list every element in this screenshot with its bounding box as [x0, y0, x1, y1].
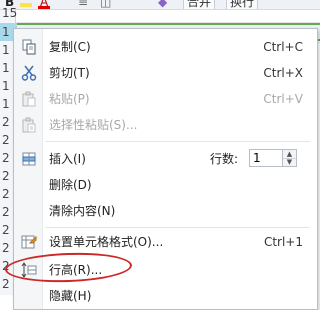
menu-item-label: 清除内容(N): [49, 204, 116, 218]
menu-item-copy[interactable]: 复制(C) Ctrl+C: [14, 34, 317, 60]
rows-count-stepper[interactable]: ▲ ▼: [283, 149, 297, 167]
menu-item-shortcut: Ctrl+X: [263, 66, 303, 80]
menu-item-label: 插入(I): [49, 152, 86, 166]
menu-item-label: 选择性粘贴(S)...: [49, 118, 138, 132]
menu-item-label: 复制(C): [49, 40, 91, 54]
menu-item-label: 剪切(T): [49, 66, 90, 80]
rows-count-label: 行数:: [210, 152, 239, 166]
menu-item-label: 设置单元格格式(O)...: [49, 235, 164, 249]
toolbar: B A ≡ ◫ ◆ 合并 换行: [0, 0, 320, 10]
menu-item-hide[interactable]: 隐藏(H): [14, 283, 317, 309]
menu-item-clear-contents[interactable]: 清除内容(N): [14, 198, 317, 224]
border-icon[interactable]: ◫: [100, 0, 111, 9]
insert-row-icon: [21, 151, 37, 167]
font-color-swatch: [38, 6, 50, 9]
merge-button[interactable]: 合并: [183, 0, 216, 9]
grid-line: [16, 22, 320, 23]
menu-item-label: 删除(D): [49, 178, 92, 192]
stepper-down-icon[interactable]: ▼: [283, 158, 296, 166]
format-cells-icon: [21, 234, 37, 250]
wrap-text-button[interactable]: 换行: [226, 0, 259, 9]
fill-color-icon[interactable]: ◆: [158, 0, 167, 9]
menu-separator: [45, 227, 310, 228]
menu-item-label: 隐藏(H): [49, 289, 92, 303]
highlight-icon[interactable]: [20, 3, 32, 7]
menu-item-shortcut: Ctrl+1: [263, 235, 303, 249]
menu-item-insert[interactable]: 插入(I) 行数: ▲ ▼: [14, 146, 317, 172]
paste-icon: [21, 91, 37, 107]
align-icon[interactable]: ≡: [78, 0, 88, 9]
copy-icon: [21, 39, 37, 55]
rows-count-input[interactable]: [249, 149, 283, 167]
menu-item-label: 粘贴(P): [49, 92, 90, 106]
menu-item-shortcut: Ctrl+C: [263, 40, 303, 54]
paste-special-icon: [21, 117, 37, 133]
menu-item-format-cells[interactable]: 设置单元格格式(O)... Ctrl+1: [14, 229, 317, 255]
menu-item-paste[interactable]: 粘贴(P) Ctrl+V: [14, 86, 317, 112]
menu-item-shortcut: Ctrl+V: [263, 92, 303, 106]
menu-item-cut[interactable]: 剪切(T) Ctrl+X: [14, 60, 317, 86]
scissors-icon: [21, 65, 37, 81]
menu-item-paste-special[interactable]: 选择性粘贴(S)...: [14, 112, 317, 138]
row-number[interactable]: 15: [0, 4, 17, 22]
menu-separator: [45, 141, 310, 142]
menu-item-delete[interactable]: 删除(D): [14, 172, 317, 198]
